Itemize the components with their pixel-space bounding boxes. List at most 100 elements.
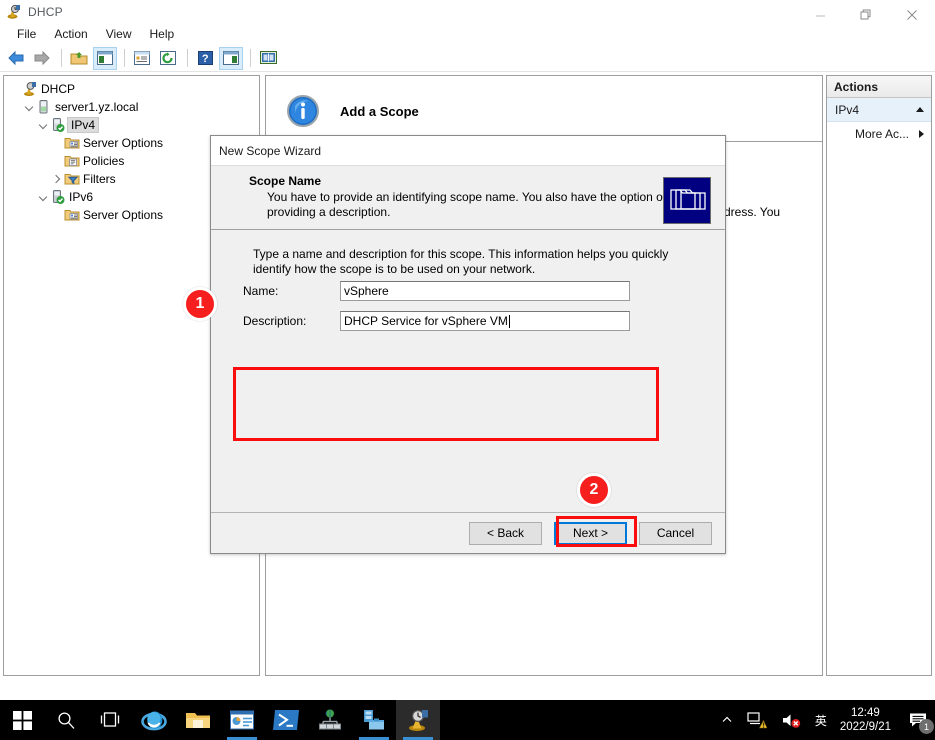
- annotation-badge-2: 2: [577, 473, 611, 507]
- chevron-up-icon[interactable]: [916, 107, 924, 112]
- volume-muted-icon[interactable]: [774, 700, 808, 740]
- tree-item-label: Server Options: [83, 208, 163, 222]
- dhcp-console-button[interactable]: [396, 700, 440, 740]
- next-button[interactable]: Next >: [554, 522, 627, 545]
- clock[interactable]: 12:49 2022/9/21: [834, 706, 901, 734]
- scope-name-label: Name:: [243, 284, 340, 298]
- scope-description-label: Description:: [243, 314, 340, 328]
- actions-group-ipv4[interactable]: IPv4: [827, 98, 931, 122]
- wizard-title: New Scope Wizard: [219, 144, 321, 158]
- internet-explorer-button[interactable]: [132, 700, 176, 740]
- window-title: DHCP: [28, 5, 63, 19]
- start-button[interactable]: [0, 700, 44, 740]
- show-hidden-icons-button[interactable]: [714, 700, 740, 740]
- clock-time: 12:49: [840, 706, 891, 720]
- text-caret: [509, 315, 510, 328]
- server-icon: [36, 99, 52, 115]
- properties-icon[interactable]: [130, 47, 154, 70]
- search-button[interactable]: [44, 700, 88, 740]
- wizard-intro-text: Type a name and description for this sco…: [253, 247, 678, 277]
- filters-folder-icon: [64, 171, 80, 187]
- tree-item-label: server1.yz.local: [55, 100, 138, 114]
- scope-name-input[interactable]: vSphere: [340, 281, 630, 301]
- scope-description-input[interactable]: DHCP Service for vSphere VM: [340, 311, 630, 331]
- actions-header: Actions: [827, 76, 931, 98]
- wizard-header: Scope Name You have to provide an identi…: [211, 165, 725, 230]
- tree-item-label: IPv6: [69, 190, 93, 204]
- menu-help[interactable]: Help: [141, 25, 184, 43]
- scope-name-value: vSphere: [344, 284, 389, 298]
- options-folder-icon: [64, 207, 80, 223]
- up-folder-icon[interactable]: [67, 47, 91, 70]
- menu-file[interactable]: File: [8, 25, 45, 43]
- scope-description-value: DHCP Service for vSphere VM: [344, 314, 508, 328]
- tree-expander-ipv6[interactable]: [36, 188, 50, 206]
- back-icon[interactable]: [4, 47, 28, 70]
- new-scope-wizard-dialog: New Scope Wizard Scope Name You have to …: [210, 135, 726, 554]
- toolbar-separator: [61, 49, 62, 67]
- dhcp-icon: [6, 4, 22, 20]
- hyper-v-manager-button[interactable]: [352, 700, 396, 740]
- task-view-button[interactable]: [88, 700, 132, 740]
- taskbar: 英 12:49 2022/9/21 1: [0, 700, 935, 740]
- tree-item-dhcp[interactable]: DHCP: [8, 80, 259, 98]
- scope-description-row: Description: DHCP Service for vSphere VM: [243, 311, 668, 331]
- tree-expander-ipv4[interactable]: [36, 116, 50, 134]
- tree-item-label: Filters: [83, 172, 116, 186]
- show-hide-action-pane-icon[interactable]: [219, 47, 243, 70]
- tree-expander-filters[interactable]: [50, 170, 64, 188]
- ipv4-icon: [50, 117, 66, 133]
- dhcp-root-icon: [22, 81, 38, 97]
- tree-item-label: IPv4: [67, 117, 99, 133]
- action-center-button[interactable]: 1: [901, 700, 935, 740]
- help-icon[interactable]: ?: [193, 47, 217, 70]
- add-scope-header: Add a Scope: [266, 76, 822, 128]
- tree-item-label: Policies: [83, 154, 124, 168]
- toolbar-separator: [250, 49, 251, 67]
- toolbar: ?: [0, 45, 935, 72]
- wizard-footer: < Back Next > Cancel: [211, 512, 725, 553]
- tree-item-server[interactable]: server1.yz.local: [8, 98, 259, 116]
- tree-item-ipv4[interactable]: IPv4: [8, 116, 259, 134]
- server-manager-button[interactable]: [220, 700, 264, 740]
- tree-expander-placeholder: [8, 80, 22, 98]
- scope-fields-group: Name: vSphere Description: DHCP Service …: [243, 281, 668, 341]
- menu-action[interactable]: Action: [45, 25, 96, 43]
- back-button[interactable]: < Back: [469, 522, 542, 545]
- wizard-header-description: You have to provide an identifying scope…: [267, 190, 687, 220]
- clock-date: 2022/9/21: [840, 720, 891, 734]
- cancel-button[interactable]: Cancel: [639, 522, 712, 545]
- file-explorer-button[interactable]: [176, 700, 220, 740]
- background-text: dress. You: [724, 205, 780, 219]
- annotation-highlight-fields: [233, 367, 659, 441]
- page-title: Add a Scope: [340, 104, 419, 119]
- menu-bar: File Action View Help: [0, 23, 935, 45]
- network-tool-button[interactable]: [308, 700, 352, 740]
- wizard-header-title: Scope Name: [249, 174, 725, 188]
- actions-group-label: IPv4: [835, 103, 859, 117]
- system-tray: 英 12:49 2022/9/21 1: [714, 700, 935, 740]
- chevron-right-icon: [919, 130, 924, 138]
- tree-expander-server[interactable]: [22, 98, 36, 116]
- export-list-icon[interactable]: [256, 47, 280, 70]
- refresh-icon[interactable]: [156, 47, 180, 70]
- svg-text:?: ?: [201, 53, 208, 65]
- show-hide-console-tree-icon[interactable]: [93, 47, 117, 70]
- forward-icon[interactable]: [30, 47, 54, 70]
- menu-view[interactable]: View: [97, 25, 141, 43]
- tree-item-label: DHCP: [41, 82, 75, 96]
- ime-indicator[interactable]: 英: [808, 700, 834, 740]
- powershell-button[interactable]: [264, 700, 308, 740]
- folders-icon: [663, 177, 711, 224]
- scope-name-row: Name: vSphere: [243, 281, 668, 301]
- info-icon: [286, 94, 320, 128]
- tree-item-label: Server Options: [83, 136, 163, 150]
- ipv6-icon: [50, 189, 66, 205]
- options-folder-icon: [64, 135, 80, 151]
- toolbar-separator: [187, 49, 188, 67]
- actions-more-actions[interactable]: More Ac...: [827, 122, 931, 146]
- wizard-body: Type a name and description for this sco…: [211, 230, 725, 513]
- notification-count: 1: [919, 719, 934, 734]
- network-warning-icon[interactable]: [740, 700, 774, 740]
- title-bar: DHCP: [0, 0, 935, 23]
